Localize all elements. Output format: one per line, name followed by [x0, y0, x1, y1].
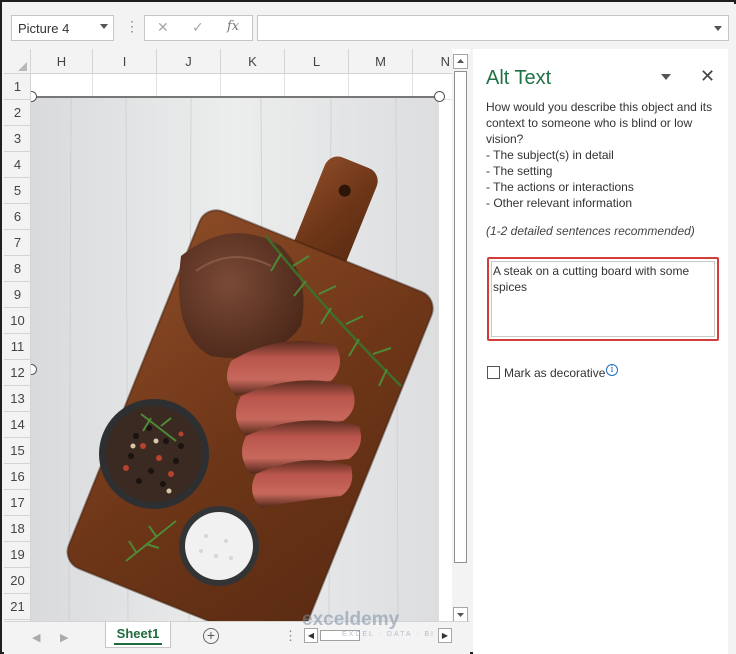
row-header[interactable]: 8: [4, 256, 31, 282]
steak-image: [31, 96, 439, 621]
row-header[interactable]: 4: [4, 152, 31, 178]
column-header[interactable]: M: [349, 49, 413, 74]
decorative-checkbox[interactable]: [487, 366, 500, 379]
name-box-value: Picture 4: [18, 20, 70, 36]
cell-grid[interactable]: [31, 74, 452, 621]
formula-input[interactable]: [257, 15, 729, 41]
picture-selection-border: [31, 96, 439, 98]
formula-buttons: ✕ ✓ fx: [144, 15, 253, 41]
enter-icon[interactable]: ✓: [192, 19, 204, 36]
description-line: - The subject(s) in detail: [486, 148, 614, 162]
decorative-label[interactable]: Mark as decorative: [504, 366, 605, 380]
row-header[interactable]: 21: [4, 594, 31, 620]
formula-bar: Picture 4 ⋮ ✕ ✓ fx: [4, 4, 736, 49]
row-header[interactable]: 3: [4, 126, 31, 152]
info-icon[interactable]: i: [606, 364, 618, 376]
row-header[interactable]: 16: [4, 464, 31, 490]
column-headers: H I J K L M N: [4, 49, 452, 74]
chevron-down-icon: [457, 613, 464, 617]
scroll-up-arrow[interactable]: [453, 54, 468, 69]
prev-sheet-icon[interactable]: ◀: [32, 631, 40, 644]
row-header[interactable]: 19: [4, 542, 31, 568]
row-header[interactable]: 6: [4, 204, 31, 230]
column-header[interactable]: L: [285, 49, 349, 74]
sheet-tab-sheet1[interactable]: Sheet1: [105, 622, 171, 648]
row-header[interactable]: 1: [4, 74, 31, 100]
column-header[interactable]: I: [93, 49, 157, 74]
description-line: context to someone who is blind or low: [486, 116, 693, 130]
column-header[interactable]: N: [413, 49, 452, 74]
worksheet: H I J K L M N 1 2 3 4 5 6 7 8 9 10 11 12…: [4, 49, 470, 621]
row-header[interactable]: 20: [4, 568, 31, 594]
vertical-scrollbar[interactable]: [452, 54, 470, 624]
more-options-icon[interactable]: ⋮: [125, 18, 139, 35]
row-header[interactable]: 12: [4, 360, 31, 386]
chevron-down-icon[interactable]: [100, 24, 108, 29]
cancel-icon[interactable]: ✕: [157, 19, 169, 36]
excel-window: Picture 4 ⋮ ✕ ✓ fx H I J K L M N 1 2 3 4…: [0, 0, 736, 654]
close-icon[interactable]: ✕: [700, 66, 715, 87]
tab-options-icon[interactable]: ⋮: [284, 628, 297, 644]
row-header[interactable]: 13: [4, 386, 31, 412]
description-line: How would you describe this object and i…: [486, 100, 713, 114]
alt-text-pane: Alt Text ✕ How would you describe this o…: [473, 49, 728, 654]
row-header[interactable]: 11: [4, 334, 31, 360]
row-header[interactable]: 10: [4, 308, 31, 334]
description-line: vision?: [486, 132, 524, 146]
pane-description: How would you describe this object and i…: [486, 99, 721, 211]
description-line: - The actions or interactions: [486, 180, 634, 194]
row-header[interactable]: 7: [4, 230, 31, 256]
row-header[interactable]: 9: [4, 282, 31, 308]
insert-function-icon[interactable]: fx: [227, 19, 239, 34]
column-header[interactable]: K: [221, 49, 285, 74]
pane-edge-scrollbar: [728, 49, 736, 654]
select-all-button[interactable]: [4, 49, 31, 74]
row-header[interactable]: 14: [4, 412, 31, 438]
description-line: - Other relevant information: [486, 196, 633, 210]
name-box[interactable]: Picture 4: [11, 15, 114, 41]
row-header[interactable]: 17: [4, 490, 31, 516]
row-header[interactable]: 2: [4, 100, 31, 126]
row-header[interactable]: 5: [4, 178, 31, 204]
row-headers: 1 2 3 4 5 6 7 8 9 10 11 12 13 14 15 16 1…: [4, 74, 31, 621]
scroll-down-arrow[interactable]: [453, 607, 468, 622]
add-sheet-button[interactable]: +: [203, 628, 219, 644]
pane-options-chevron-icon[interactable]: [661, 74, 671, 80]
row-header[interactable]: 18: [4, 516, 31, 542]
pane-title: Alt Text: [486, 67, 552, 89]
chevron-up-icon: [457, 59, 464, 63]
next-sheet-icon[interactable]: ▶: [60, 631, 68, 644]
watermark-tagline: EXCEL · DATA · BI: [342, 631, 435, 638]
expand-formula-icon[interactable]: [714, 26, 722, 31]
sentence-hint: (1-2 detailed sentences recommended): [486, 224, 695, 238]
scroll-right-arrow[interactable]: ▶: [438, 628, 452, 643]
column-header[interactable]: H: [31, 49, 93, 74]
column-header[interactable]: J: [157, 49, 221, 74]
scroll-thumb[interactable]: [454, 71, 467, 563]
row-header[interactable]: 15: [4, 438, 31, 464]
resize-handle-top-right[interactable]: [434, 91, 445, 102]
alt-text-input[interactable]: A steak on a cutting board with some spi…: [487, 257, 719, 341]
alt-text-value: A steak on a cutting board with some spi…: [493, 264, 690, 294]
watermark-logo: exceldemy: [302, 609, 400, 630]
description-line: - The setting: [486, 164, 553, 178]
steak-picture[interactable]: [31, 96, 439, 621]
